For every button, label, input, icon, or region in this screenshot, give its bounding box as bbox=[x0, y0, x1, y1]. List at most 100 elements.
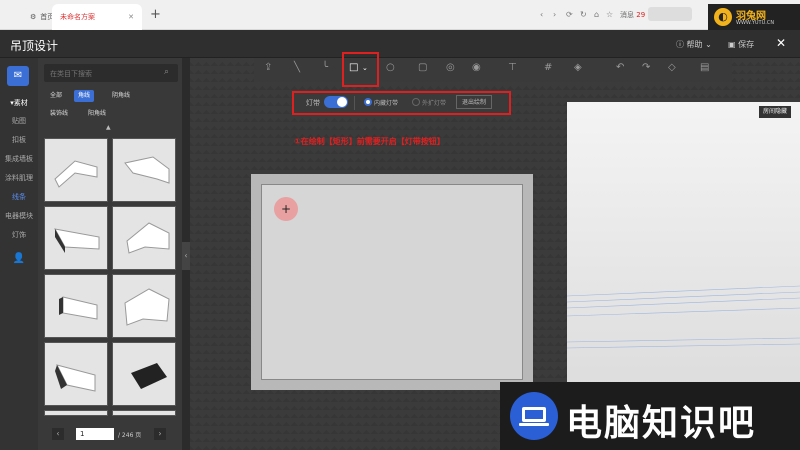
user-icon[interactable]: 👤 bbox=[0, 253, 38, 264]
dark-panel-icon bbox=[131, 363, 167, 389]
rail-item-lines[interactable]: 线条 bbox=[0, 192, 38, 202]
watermark-logo: ◐ 羽兔网 WWW.YUTU.CN bbox=[708, 4, 800, 30]
light-strip-bar: 灯带 内藏灯带 外扩灯带 退出绘制 bbox=[292, 91, 511, 115]
star-icon[interactable]: ☆ bbox=[606, 10, 613, 19]
outer-strip-radio[interactable] bbox=[412, 98, 420, 106]
save-label: 保存 bbox=[738, 40, 755, 49]
scroll-up-icon[interactable]: ▲ bbox=[106, 124, 111, 131]
material-thumbnail[interactable] bbox=[44, 274, 108, 338]
inner-strip-label: 内藏灯带 bbox=[374, 100, 399, 107]
eye-icon[interactable]: ◉ bbox=[472, 62, 481, 73]
material-thumbnail[interactable] bbox=[112, 410, 176, 416]
compass-icon[interactable]: ◈ bbox=[574, 62, 582, 73]
app-title: 吊顶设计 bbox=[10, 39, 59, 53]
rail-item-paint[interactable]: 涂料肌理 bbox=[0, 173, 38, 183]
laptop-logo-icon bbox=[510, 392, 558, 440]
back-icon[interactable]: ‹ bbox=[540, 10, 543, 19]
prev-page-button[interactable]: ‹ bbox=[52, 428, 64, 440]
material-thumbnail[interactable] bbox=[44, 138, 108, 202]
page-total: / 246 页 bbox=[118, 432, 142, 439]
rabbit-logo-icon: ◐ bbox=[714, 8, 732, 26]
rectangle-tool-highlight bbox=[342, 52, 379, 87]
room-floor[interactable] bbox=[261, 184, 523, 380]
crown-molding-icon bbox=[124, 156, 170, 184]
refresh-icon[interactable]: ⟳ bbox=[566, 10, 573, 19]
refresh-alt-icon[interactable]: ↻ bbox=[580, 10, 587, 19]
new-tab-button[interactable]: + bbox=[150, 7, 161, 22]
app-titlebar: 吊顶设计 ⓘ 帮助 ⌄ ▣ 保存 ✕ bbox=[0, 30, 800, 58]
save-icon: ▣ bbox=[728, 40, 736, 49]
cursor-indicator: + bbox=[274, 197, 298, 221]
curve-tool-icon[interactable]: ╰ bbox=[322, 62, 328, 73]
rail-item-lighting[interactable]: 灯饰 bbox=[0, 230, 38, 240]
watermark-banner: 电脑知识吧 bbox=[500, 382, 800, 450]
search-input[interactable] bbox=[48, 66, 160, 81]
rail-item-texture[interactable]: 贴图 bbox=[0, 116, 38, 126]
outer-strip-label: 外扩灯带 bbox=[422, 100, 447, 107]
light-strip-label: 灯带 bbox=[306, 99, 320, 107]
undo-icon[interactable]: ↶ bbox=[616, 62, 624, 73]
frame-tool-icon[interactable]: ▢ bbox=[418, 62, 427, 73]
chip-decor-line[interactable]: 装饰线 bbox=[46, 108, 72, 120]
eraser-icon[interactable]: ◇ bbox=[668, 62, 676, 73]
material-mail-icon[interactable]: ✉ bbox=[7, 66, 29, 86]
rail-item-wallboard[interactable]: 集成墙板 bbox=[0, 154, 38, 164]
3d-ceiling-lines bbox=[567, 285, 800, 349]
chip-all[interactable]: 全部 bbox=[46, 90, 66, 102]
home-icon[interactable]: ⌂ bbox=[594, 10, 599, 19]
material-thumbnail[interactable] bbox=[44, 342, 108, 406]
grid-icon[interactable]: # bbox=[544, 62, 552, 73]
chevron-down-icon: ⌄ bbox=[705, 40, 712, 49]
circle-tool-icon[interactable]: ○ bbox=[386, 62, 395, 73]
message-label: 消息 bbox=[620, 11, 634, 19]
inner-strip-radio[interactable] bbox=[364, 98, 372, 106]
collapse-panel-handle[interactable]: ‹ bbox=[182, 242, 190, 270]
message-count: 29 bbox=[636, 11, 646, 19]
message-indicator[interactable]: 消息 29 bbox=[620, 10, 645, 20]
close-button[interactable]: ✕ bbox=[776, 36, 786, 50]
material-thumbnail[interactable] bbox=[112, 138, 176, 202]
close-tab-icon[interactable]: ✕ bbox=[128, 13, 134, 21]
watermark-url: WWW.YUTU.CN bbox=[736, 20, 775, 26]
rail-item-label: 素材 bbox=[13, 99, 28, 107]
browser-tab-project[interactable]: 未命名方案 ✕ bbox=[52, 4, 142, 30]
search-box[interactable]: ⌕ bbox=[44, 64, 178, 82]
light-strip-toggle[interactable] bbox=[324, 96, 348, 108]
material-thumbnail[interactable] bbox=[112, 274, 176, 338]
redo-icon[interactable]: ↷ bbox=[642, 62, 650, 73]
next-page-button[interactable]: › bbox=[154, 428, 166, 440]
cornice-line-icon bbox=[54, 228, 100, 253]
help-icon: ⓘ bbox=[676, 40, 684, 49]
user-avatar-blurred[interactable] bbox=[648, 7, 692, 21]
category-panel: ⌕ 全部 角线 阴角线 装饰线 阳角线 ▲ ‹ 1 / 246 页 › bbox=[38, 58, 182, 450]
align-icon[interactable]: ⊤ bbox=[508, 62, 517, 73]
map-icon[interactable]: ▤ bbox=[700, 62, 709, 73]
divider bbox=[354, 96, 355, 110]
line-tool-icon[interactable]: ╲ bbox=[294, 62, 300, 73]
save-button[interactable]: ▣ 保存 bbox=[728, 39, 754, 50]
rail-item-material[interactable]: ▾素材 bbox=[0, 98, 38, 108]
material-thumbnail[interactable] bbox=[44, 410, 108, 416]
chip-inner-corner-line[interactable]: 阴角线 bbox=[108, 90, 134, 102]
browser-bar: ⚙ 首页 未命名方案 ✕ + ‹ › ⟳ ↻ ⌂ ☆ 消息 29 bbox=[0, 0, 800, 30]
rail-item-electrical[interactable]: 电器模块 bbox=[0, 211, 38, 221]
material-thumbnail[interactable] bbox=[112, 342, 176, 406]
crown-molding-icon bbox=[126, 222, 170, 254]
flat-trim-icon bbox=[59, 296, 98, 320]
forward-icon[interactable]: › bbox=[553, 10, 556, 19]
material-thumbnail[interactable] bbox=[112, 206, 176, 270]
chip-corner-line[interactable]: 角线 bbox=[74, 90, 95, 102]
cornice-line-icon bbox=[55, 364, 96, 392]
crown-molding-icon bbox=[124, 288, 170, 326]
export-icon[interactable]: ⇪ bbox=[264, 62, 272, 73]
material-thumbnail[interactable] bbox=[44, 206, 108, 270]
search-icon[interactable]: ⌕ bbox=[164, 67, 169, 77]
chip-outer-corner-line[interactable]: 阳角线 bbox=[84, 108, 110, 120]
help-button[interactable]: ⓘ 帮助 ⌄ bbox=[676, 39, 712, 50]
room-hide-button[interactable]: 房间隐藏 bbox=[759, 106, 792, 118]
page-number-input[interactable]: 1 bbox=[76, 428, 114, 440]
exit-draw-button[interactable]: 退出绘制 bbox=[456, 95, 492, 109]
rail-item-panel[interactable]: 扣板 bbox=[0, 135, 38, 145]
location-tool-icon[interactable]: ◎ bbox=[446, 62, 455, 73]
left-rail: ✉ ▾素材 贴图 扣板 集成墙板 涂料肌理 线条 电器模块 灯饰 👤 bbox=[0, 58, 38, 450]
